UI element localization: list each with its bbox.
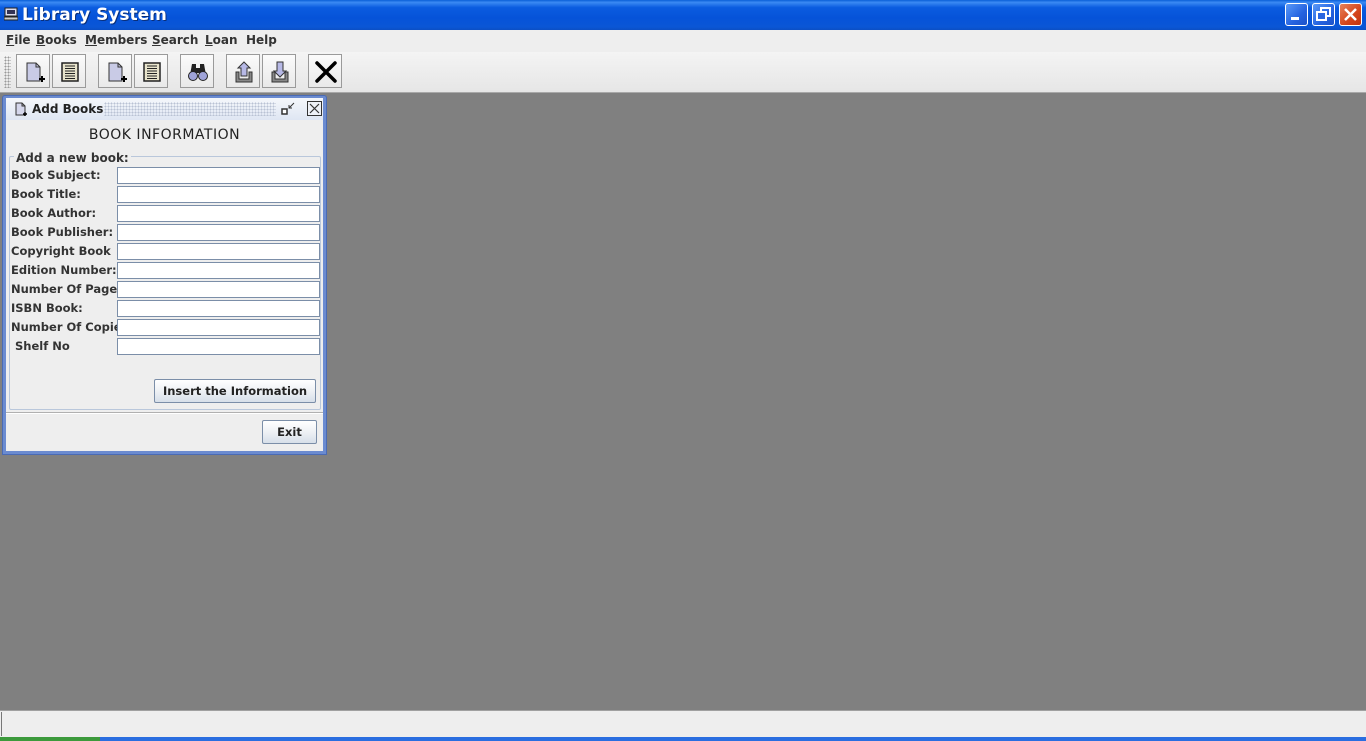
add-new-book-group: Add a new book: Book Subject: Book Title… xyxy=(9,151,321,410)
new-document-icon xyxy=(26,62,45,82)
add-books-window: Add Books BOOK INFORMATION Add a new boo… xyxy=(2,95,327,455)
add-books-title-bar[interactable]: Add Books xyxy=(6,98,323,120)
book-subject-label: Book Subject: xyxy=(11,168,101,182)
title-bar: Library System xyxy=(0,0,1366,30)
toolbar-add-member-button[interactable] xyxy=(98,54,132,88)
toolbar-grip[interactable] xyxy=(4,56,11,88)
book-title-input[interactable] xyxy=(117,186,320,203)
frame-restore-button[interactable] xyxy=(280,101,296,117)
menu-search-label: earch xyxy=(160,33,199,47)
book-publisher-input[interactable] xyxy=(117,224,320,241)
menu-members[interactable]: Members xyxy=(85,33,147,47)
restore-icon xyxy=(1316,7,1331,21)
frame-close-button[interactable] xyxy=(307,101,322,116)
close-x-icon xyxy=(315,61,337,83)
title-bar-texture xyxy=(104,102,276,116)
restore-down-icon xyxy=(281,102,295,115)
menu-loan-mnemonic: L xyxy=(205,33,213,47)
upload-icon xyxy=(235,61,253,83)
add-books-content: BOOK INFORMATION Add a new book: Book Su… xyxy=(6,120,323,451)
book-author-input[interactable] xyxy=(117,205,320,222)
list-icon xyxy=(143,62,161,82)
os-taskbar xyxy=(0,737,1366,741)
menu-members-mnemonic: M xyxy=(85,33,97,47)
status-bar xyxy=(0,710,1366,737)
menu-loan[interactable]: Loan xyxy=(205,33,238,47)
book-author-label: Book Author: xyxy=(11,206,97,220)
isbn-book-label: ISBN Book: xyxy=(11,301,83,315)
menu-search[interactable]: Search xyxy=(152,33,198,47)
close-button[interactable] xyxy=(1339,3,1362,26)
insert-information-button[interactable]: Insert the Information xyxy=(154,379,316,403)
menu-help-label: Help xyxy=(246,33,277,47)
menu-loan-label: oan xyxy=(212,33,238,47)
isbn-book-input[interactable] xyxy=(117,300,320,317)
computer-icon xyxy=(4,7,18,21)
toolbar-return-button[interactable] xyxy=(262,54,296,88)
download-icon xyxy=(271,61,289,83)
menu-help[interactable]: Help xyxy=(246,33,277,47)
menu-file-label: ile xyxy=(14,33,31,47)
menu-books[interactable]: Books xyxy=(36,33,77,47)
edition-number-input[interactable] xyxy=(117,262,320,279)
menu-file[interactable]: File xyxy=(6,33,31,47)
book-subject-input[interactable] xyxy=(117,167,320,184)
toolbar-add-book-button[interactable] xyxy=(16,54,50,88)
new-document-icon xyxy=(15,102,27,116)
restore-button[interactable] xyxy=(1312,3,1335,26)
start-button[interactable] xyxy=(0,737,100,741)
number-of-pages-input[interactable] xyxy=(117,281,320,298)
minimize-icon xyxy=(1291,17,1299,20)
exit-button[interactable]: Exit xyxy=(262,420,317,444)
menu-file-mnemonic: F xyxy=(6,33,15,47)
group-label: Add a new book: xyxy=(14,151,131,165)
menu-books-mnemonic: B xyxy=(36,33,46,47)
book-title-label: Book Title: xyxy=(11,187,81,201)
binoculars-icon xyxy=(188,64,208,81)
copyright-book-input[interactable] xyxy=(117,243,320,260)
menu-bar: File Books Members Search Loan Help xyxy=(0,30,1366,52)
menu-search-mnemonic: S xyxy=(152,33,161,47)
toolbar-borrow-button[interactable] xyxy=(226,54,260,88)
close-icon xyxy=(1344,8,1357,21)
toolbar-search-button[interactable] xyxy=(180,54,214,88)
toolbar-exit-button[interactable] xyxy=(308,54,342,88)
menu-members-label: embers xyxy=(96,33,148,47)
toolbar-list-books-button[interactable] xyxy=(52,54,86,88)
add-books-title: Add Books xyxy=(32,102,104,116)
book-information-heading: BOOK INFORMATION xyxy=(88,127,241,143)
status-text xyxy=(1,712,5,736)
close-icon xyxy=(309,103,320,114)
book-publisher-label: Book Publisher: xyxy=(11,225,114,239)
divider xyxy=(6,412,323,414)
shelf-no-input[interactable] xyxy=(117,338,320,355)
shelf-no-label: Shelf No xyxy=(11,339,70,353)
number-of-copies-label: Number Of Copies: xyxy=(11,320,134,334)
toolbar-list-members-button[interactable] xyxy=(134,54,168,88)
new-document-icon xyxy=(108,62,127,82)
copyright-book-label: Copyright Book xyxy=(11,244,111,258)
minimize-button[interactable] xyxy=(1285,3,1308,26)
menu-books-label: ooks xyxy=(45,33,77,47)
toolbar xyxy=(0,52,1366,93)
number-of-copies-input[interactable] xyxy=(117,319,320,336)
edition-number-label: Edition Number: xyxy=(11,263,117,277)
window-title: Library System xyxy=(22,5,167,25)
number-of-pages-label: Number Of Pages: xyxy=(11,282,129,296)
list-icon xyxy=(61,62,79,82)
